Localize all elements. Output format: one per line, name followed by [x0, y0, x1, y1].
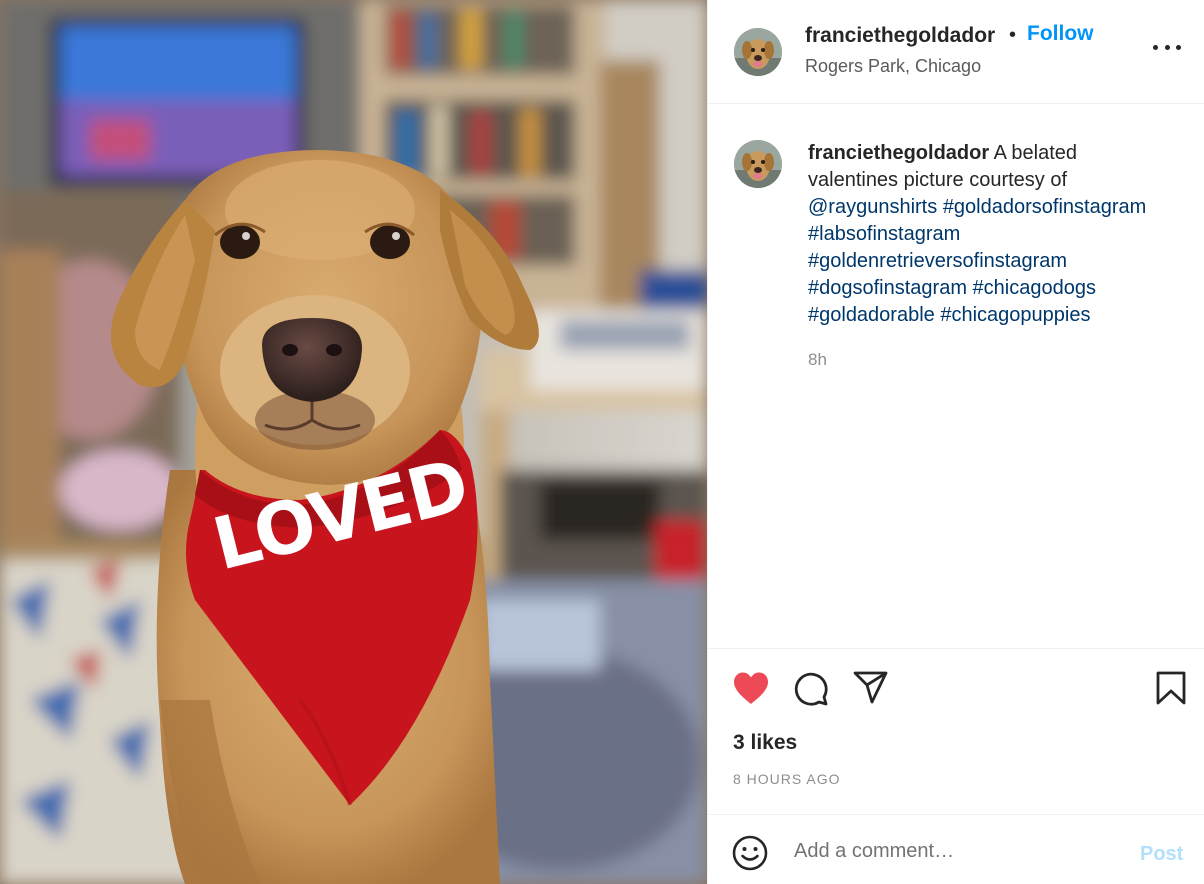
- hashtag-link[interactable]: #goldadorable: [808, 304, 935, 326]
- comment-bar: Post: [708, 814, 1204, 884]
- post-actions: 3 likes 8 HOURS AGO: [708, 648, 1204, 814]
- dot: [1176, 44, 1181, 50]
- post-header: franciethegoldador • Follow Rogers Park,…: [708, 0, 1204, 104]
- caption-area: franciethegoldador A belated valentines …: [708, 104, 1204, 648]
- post-comment-button[interactable]: Post: [1140, 843, 1183, 866]
- hashtag-link[interactable]: #goldenretrieversofinstagram: [808, 250, 1067, 272]
- caption-line: franciethegoldador A belated: [808, 140, 1193, 167]
- hashtag-link[interactable]: #dogsofinstagram: [808, 277, 967, 299]
- avatar[interactable]: [734, 28, 782, 76]
- smiley-icon[interactable]: [732, 835, 768, 876]
- caption-timestamp[interactable]: 8h: [808, 350, 827, 370]
- caption-line: @raygunshirts #goldadorsofinstagram: [808, 194, 1193, 221]
- post-time-ago: 8 HOURS AGO: [733, 771, 841, 787]
- hashtag-link[interactable]: #chicagopuppies: [940, 304, 1090, 326]
- more-options-icon[interactable]: [1153, 40, 1181, 54]
- hashtag-link[interactable]: #chicagodogs: [973, 277, 1096, 299]
- post-location[interactable]: Rogers Park, Chicago: [805, 56, 981, 77]
- comment-input[interactable]: [792, 833, 1126, 869]
- paper-plane-icon[interactable]: [853, 671, 889, 710]
- hashtag-link[interactable]: #labsofinstagram: [808, 223, 960, 245]
- dot: [1164, 44, 1170, 50]
- post-side-panel: franciethegoldador • Follow Rogers Park,…: [707, 0, 1204, 884]
- author-username[interactable]: franciethegoldador: [805, 24, 995, 48]
- post-caption: franciethegoldador A belated valentines …: [808, 140, 1193, 329]
- instagram-post: LOVED franciethegoldador • Follow Rogers…: [0, 0, 1204, 884]
- heart-filled-icon[interactable]: [732, 671, 770, 710]
- caption-line: #labsofinstagram: [808, 221, 1193, 248]
- dog-avatar-icon: [734, 28, 782, 76]
- caption-line: #goldenretrieversofinstagram: [808, 248, 1193, 275]
- avatar[interactable]: [734, 140, 782, 188]
- caption-username[interactable]: franciethegoldador: [808, 142, 989, 164]
- dog-photo-illustration: [0, 0, 707, 884]
- comment-bubble-icon[interactable]: [793, 671, 829, 712]
- caption-line: #dogsofinstagram #chicagodogs: [808, 275, 1193, 302]
- mention-link[interactable]: @raygunshirts: [808, 196, 937, 218]
- likes-count[interactable]: 3 likes: [733, 731, 797, 755]
- caption-text: valentines picture courtesy of: [808, 169, 1068, 191]
- caption-line: #goldadorable #chicagopuppies: [808, 302, 1193, 329]
- post-photo[interactable]: LOVED: [0, 0, 707, 884]
- separator-dot: •: [1009, 24, 1017, 46]
- hashtag-link[interactable]: #goldadorsofinstagram: [943, 196, 1146, 218]
- dog-avatar-icon: [734, 140, 782, 188]
- dot: [1153, 44, 1158, 50]
- follow-button[interactable]: Follow: [1027, 22, 1094, 46]
- bookmark-icon[interactable]: [1156, 671, 1186, 710]
- caption-text: A belated: [993, 142, 1078, 164]
